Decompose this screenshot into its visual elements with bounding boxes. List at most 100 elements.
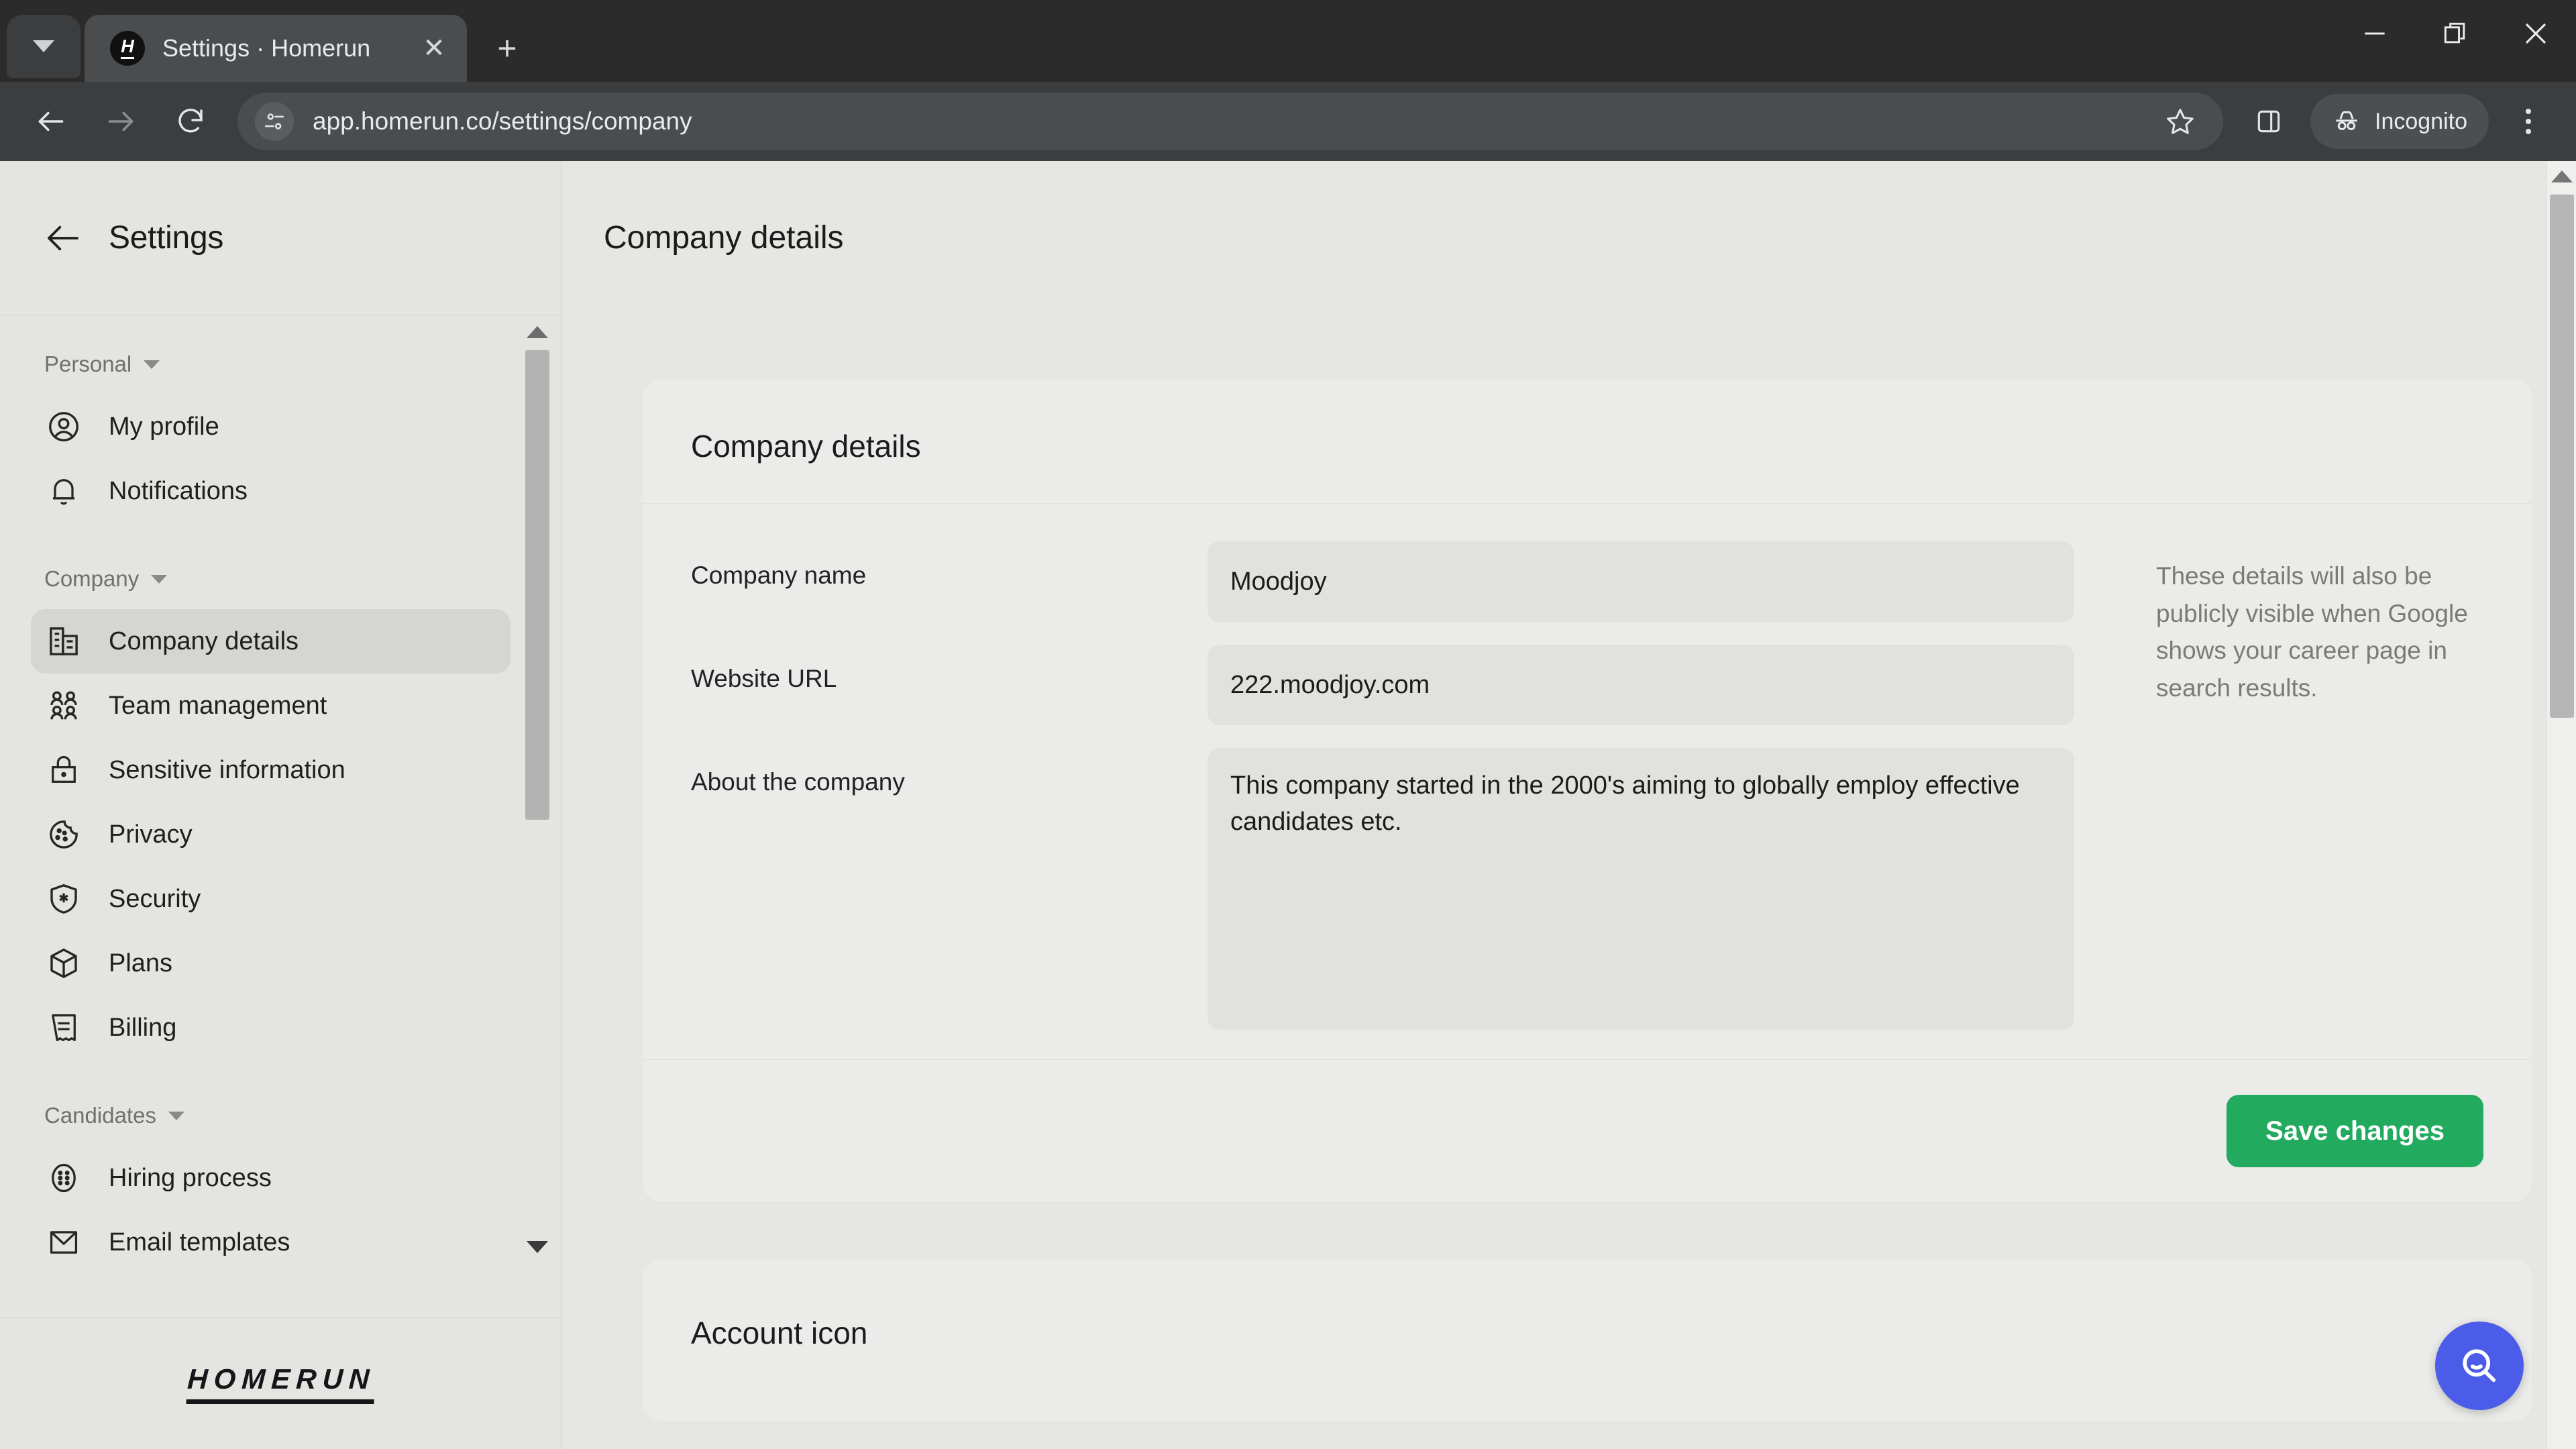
minimize-icon[interactable]	[2334, 0, 2415, 67]
form-column: Company name Moodjoy Website URL 222.moo…	[691, 541, 2128, 1053]
left-arrow-icon[interactable]	[44, 219, 82, 257]
sidebar-item-label: My profile	[109, 412, 219, 441]
browser-toolbar: app.homerun.co/settings/company Incognit…	[0, 82, 2576, 161]
people-icon	[44, 686, 83, 725]
tab-search-button[interactable]	[7, 15, 80, 78]
scroll-down-arrow-icon[interactable]	[527, 1241, 548, 1253]
save-changes-button[interactable]: Save changes	[2226, 1095, 2483, 1167]
form-row-about-company: About the company This company started i…	[691, 748, 2128, 1030]
sidebar-item-label: Billing	[109, 1013, 177, 1042]
field-control: 222.moodjoy.com	[1208, 645, 2128, 725]
sidebar-footer: HOMERUN	[0, 1318, 561, 1449]
sidebar-item-label: Security	[109, 884, 201, 913]
sidebar-item-plans[interactable]: Plans	[31, 931, 511, 996]
bell-icon	[44, 472, 83, 511]
chevron-down-icon	[151, 574, 168, 584]
star-icon[interactable]	[2153, 95, 2207, 148]
homerun-favicon: H	[110, 31, 145, 66]
homerun-logo: HOMERUN	[185, 1363, 376, 1404]
scrollbar-thumb[interactable]	[525, 350, 549, 820]
sidebar-item-label: Email templates	[109, 1228, 290, 1256]
field-control: Moodjoy	[1208, 541, 2128, 622]
sidebar-item-billing[interactable]: Billing	[31, 996, 511, 1060]
page-scrollbar[interactable]	[2546, 161, 2576, 1449]
sidebar-group-label: Personal	[44, 352, 132, 376]
form-row-company-name: Company name Moodjoy	[691, 541, 2128, 622]
card-header: Company details	[643, 380, 2532, 504]
browser-tab[interactable]: H Settings · Homerun ✕	[85, 15, 467, 82]
envelope-icon	[44, 1223, 83, 1262]
sidebar-item-hiring-process[interactable]: Hiring process	[31, 1146, 511, 1210]
user-circle-icon	[44, 407, 83, 446]
sidebar-item-label: Company details	[109, 627, 299, 655]
building-icon	[44, 622, 83, 661]
company-name-input[interactable]: Moodjoy	[1208, 541, 2074, 622]
site-settings-icon[interactable]	[255, 102, 294, 141]
close-tab-icon[interactable]: ✕	[419, 35, 449, 62]
field-label: Company name	[691, 561, 867, 589]
reload-icon[interactable]	[158, 89, 223, 154]
side-panel-icon[interactable]	[2242, 95, 2296, 148]
receipt-icon	[44, 1008, 83, 1047]
incognito-icon	[2336, 111, 2357, 131]
sidebar-item-team-management[interactable]: Team management	[31, 674, 511, 738]
sidebar-item-label: Hiring process	[109, 1163, 272, 1192]
page-title: Settings	[109, 220, 224, 256]
card-footer: Save changes	[643, 1059, 2532, 1202]
account-icon-card-title: Account icon	[691, 1316, 868, 1350]
restore-icon[interactable]	[2415, 0, 2496, 67]
tab-title: Settings · Homerun	[162, 34, 371, 62]
search-fab-button[interactable]	[2435, 1322, 2524, 1410]
sidebar-item-privacy[interactable]: Privacy	[31, 802, 511, 867]
sidebar-group-personal[interactable]: Personal	[0, 352, 561, 377]
tab-strip: H Settings · Homerun ✕ +	[0, 0, 2576, 82]
address-bar[interactable]: app.homerun.co/settings/company	[237, 93, 2223, 150]
main-scroll-area: Company details Company name Moodjoy Web…	[562, 315, 2576, 1449]
sidebar-group-label: Company	[44, 566, 140, 591]
sidebar-item-label: Team management	[109, 691, 327, 720]
scroll-up-arrow-icon[interactable]	[527, 326, 548, 338]
sidebar-item-notifications[interactable]: Notifications	[31, 459, 511, 523]
forward-arrow-icon[interactable]	[89, 89, 153, 154]
sidebar-item-sensitive-information[interactable]: Sensitive information	[31, 738, 511, 802]
website-url-input[interactable]: 222.moodjoy.com	[1208, 645, 2074, 725]
field-label: Website URL	[691, 665, 837, 692]
close-icon[interactable]	[2496, 0, 2576, 67]
sidebar-group-company[interactable]: Company	[0, 566, 561, 592]
incognito-label: Incognito	[2375, 108, 2467, 134]
process-circle-icon	[44, 1159, 83, 1197]
new-tab-button[interactable]: +	[479, 20, 535, 76]
sidebar-item-company-details[interactable]: Company details	[31, 609, 511, 674]
browser-window: H Settings · Homerun ✕ + app.homerun.co/…	[0, 0, 2576, 1449]
sidebar-group-candidates[interactable]: Candidates	[0, 1103, 561, 1128]
sidebar-item-label: Sensitive information	[109, 755, 345, 784]
main-content: Company details Company details Company …	[562, 161, 2576, 1449]
window-controls	[2334, 0, 2576, 67]
page-viewport: Settings Personal My profile Notificatio…	[0, 161, 2576, 1449]
chevron-down-icon	[168, 1111, 184, 1120]
form-row-website-url: Website URL 222.moodjoy.com	[691, 645, 2128, 725]
box-icon	[44, 944, 83, 983]
sidebar-group-label: Candidates	[44, 1103, 156, 1128]
sidebar-item-label: Notifications	[109, 476, 248, 505]
scrollbar-thumb[interactable]	[2549, 195, 2574, 718]
sidebar-item-security[interactable]: Security	[31, 867, 511, 931]
field-label: About the company	[691, 768, 905, 796]
sidebar-item-my-profile[interactable]: My profile	[31, 394, 511, 459]
about-company-textarea[interactable]: This company started in the 2000's aimin…	[1208, 748, 2074, 1030]
main-header-title: Company details	[604, 220, 844, 256]
url-text: app.homerun.co/settings/company	[313, 107, 692, 135]
shield-star-icon	[44, 879, 83, 918]
scroll-up-arrow-icon[interactable]	[2551, 170, 2573, 182]
kebab-menu-icon[interactable]	[2500, 93, 2557, 150]
help-text: These details will also be publicly visi…	[2156, 562, 2468, 702]
back-arrow-icon[interactable]	[19, 89, 83, 154]
sidebar-item-email-templates[interactable]: Email templates	[31, 1210, 511, 1275]
incognito-indicator[interactable]: Incognito	[2310, 94, 2489, 149]
card-body: Company name Moodjoy Website URL 222.moo…	[643, 504, 2532, 1059]
lock-icon	[44, 751, 83, 790]
card-title: Company details	[691, 429, 921, 464]
omnibox-actions	[2153, 95, 2207, 148]
sidebar-scrollbar[interactable]	[523, 315, 552, 1318]
sidebar-item-label: Plans	[109, 949, 173, 977]
